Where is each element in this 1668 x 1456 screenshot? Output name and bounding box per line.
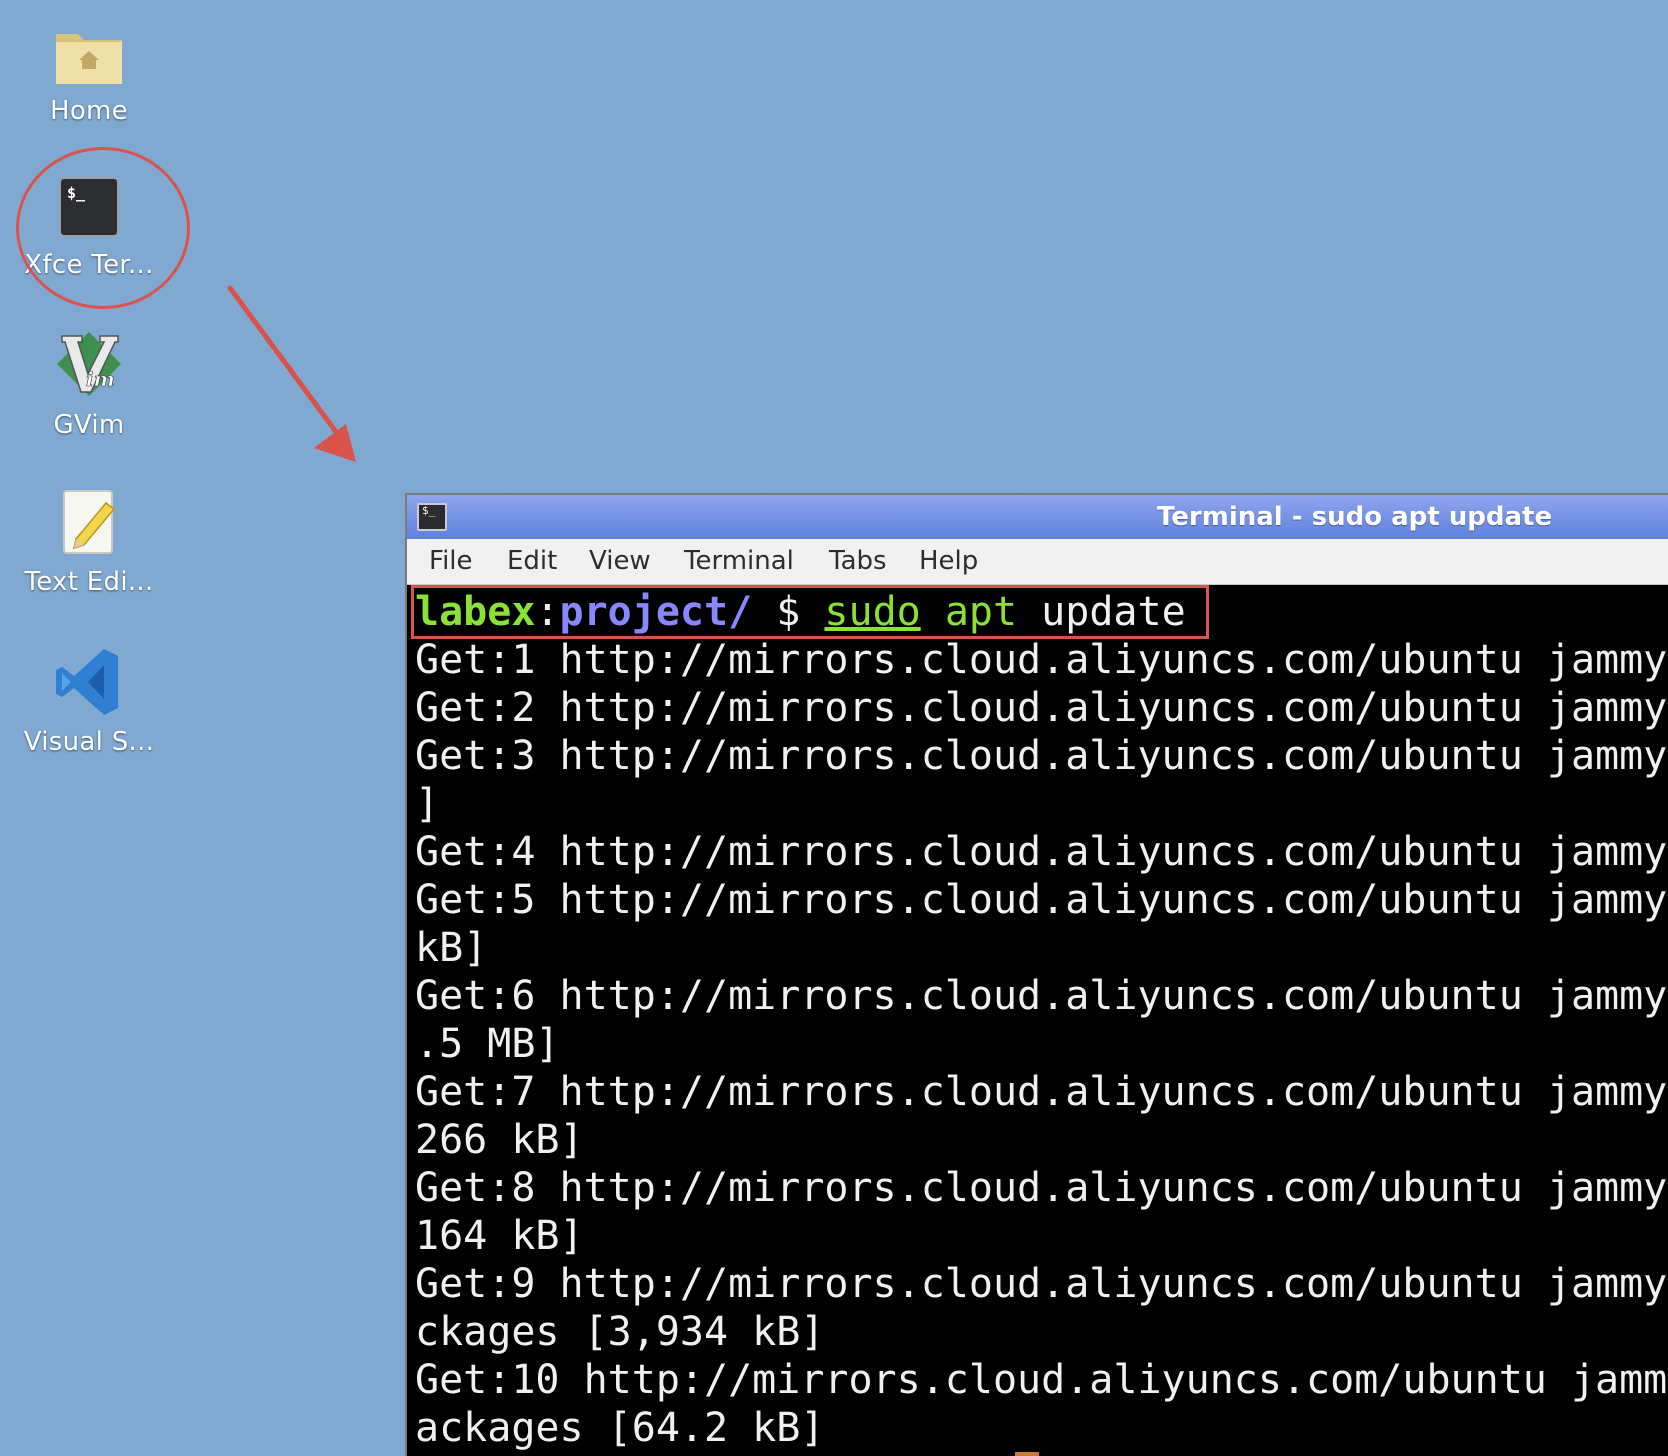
desktop-icon-text-editor[interactable]: Text Edi... bbox=[0, 487, 178, 602]
output-line: Get:6 http://mirrors.cloud.aliyuncs.com/… bbox=[415, 973, 1668, 1019]
desktop-icon-label: Text Edi... bbox=[24, 567, 154, 597]
title-bar[interactable]: $_ Terminal - sudo apt update bbox=[407, 495, 1668, 539]
output-line: ckages [3,934 kB] bbox=[415, 1309, 825, 1355]
menu-tabs[interactable]: Tabs bbox=[829, 546, 887, 576]
terminal-app-icon: $_ bbox=[417, 503, 447, 531]
annotation-circle bbox=[16, 147, 190, 309]
desktop-icon-home[interactable]: Home bbox=[0, 20, 178, 135]
output-line: Get:2 http://mirrors.cloud.aliyuncs.com/… bbox=[415, 685, 1668, 731]
annotation-arrow-icon bbox=[227, 285, 356, 462]
output-line: Get:7 http://mirrors.cloud.aliyuncs.com/… bbox=[415, 1069, 1668, 1115]
output-line: 266 kB] bbox=[415, 1117, 584, 1163]
svg-text:im: im bbox=[86, 367, 115, 391]
vscode-icon bbox=[56, 649, 118, 715]
window-title: Terminal - sudo apt update bbox=[1157, 502, 1553, 532]
menu-help[interactable]: Help bbox=[919, 546, 978, 576]
menu-terminal[interactable]: Terminal bbox=[684, 546, 794, 576]
output-line: ackages [64.2 kB] bbox=[415, 1405, 825, 1451]
output-line: 164 kB] bbox=[415, 1213, 584, 1259]
output-line: Get:9 http://mirrors.cloud.aliyuncs.com/… bbox=[415, 1261, 1668, 1307]
output-line: Get:10 http://mirrors.cloud.aliyuncs.com… bbox=[415, 1357, 1668, 1403]
gvim-icon: im bbox=[57, 332, 121, 396]
terminal-screen[interactable]: labex:project/ $ sudo apt update Get:1 h… bbox=[407, 585, 1668, 1456]
command-highlight-box bbox=[411, 585, 1209, 639]
text-editor-icon bbox=[63, 490, 116, 554]
output-line: Get:8 http://mirrors.cloud.aliyuncs.com/… bbox=[415, 1165, 1668, 1211]
desktop: Home $_ Xfce Ter... im GVim Text Edi... bbox=[0, 0, 1668, 1456]
output-line: Get:3 http://mirrors.cloud.aliyuncs.com/… bbox=[415, 733, 1668, 779]
output-line: Get:1 http://mirrors.cloud.aliyuncs.com/… bbox=[415, 637, 1668, 683]
desktop-icon-label: Home bbox=[50, 96, 128, 126]
desktop-icon-gvim[interactable]: im GVim bbox=[0, 328, 178, 443]
desktop-icon-label: Visual S... bbox=[23, 727, 155, 757]
output-line: ] bbox=[415, 781, 440, 827]
output-line: Get:5 http://mirrors.cloud.aliyuncs.com/… bbox=[415, 877, 1668, 923]
home-folder-icon bbox=[56, 34, 122, 84]
terminal-cursor bbox=[1015, 1452, 1039, 1456]
output-line: .5 MB] bbox=[415, 1021, 560, 1067]
desktop-icon-label: GVim bbox=[53, 410, 125, 440]
menu-view[interactable]: View bbox=[589, 546, 651, 576]
output-line: Get:4 http://mirrors.cloud.aliyuncs.com/… bbox=[415, 829, 1668, 875]
menu-file[interactable]: File bbox=[429, 546, 473, 576]
menu-bar: File Edit View Terminal Tabs Help bbox=[407, 539, 1668, 585]
desktop-icon-vscode[interactable]: Visual S... bbox=[0, 645, 178, 760]
terminal-window[interactable]: $_ Terminal - sudo apt update File Edit … bbox=[405, 493, 1668, 1456]
output-line: kB] bbox=[415, 925, 488, 971]
menu-edit[interactable]: Edit bbox=[507, 546, 557, 576]
